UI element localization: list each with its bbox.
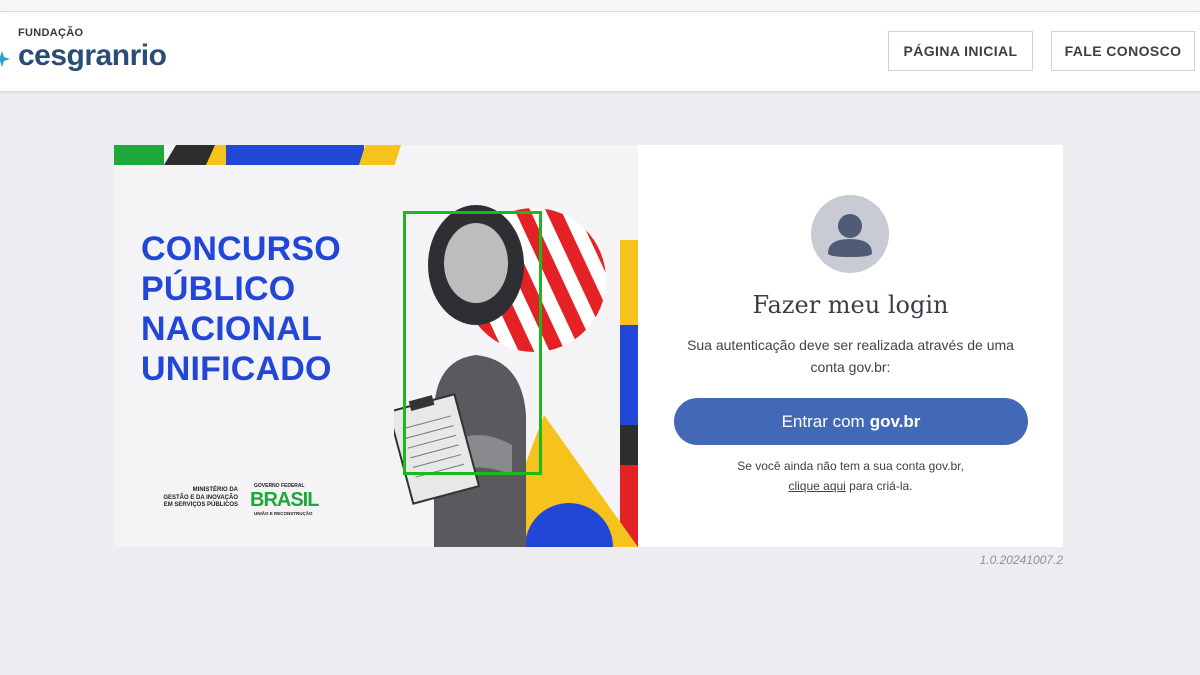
contact-button[interactable]: FALE CONOSCO	[1051, 31, 1195, 71]
signup-hint: Se você ainda não tem a sua conta gov.br…	[678, 456, 1023, 496]
app-version: 1.0.20241007.2	[979, 553, 1063, 567]
signup-hint-rest: para criá-la.	[845, 479, 913, 493]
login-card: CONCURSO PÚBLICO NACIONAL UNIFICADO MINI…	[114, 145, 1063, 547]
government-logos: MINISTÉRIO DA GESTÃO E DA INOVAÇÃO EM SE…	[144, 483, 344, 517]
gov-logo-word: BRASIL	[250, 489, 319, 511]
governo-federal-logo: GOVERNO FEDERAL BRASIL UNIÃO E RECONSTRU…	[248, 483, 338, 517]
ministry-line: GESTÃO E DA INOVAÇÃO	[163, 494, 238, 501]
ministry-logo: MINISTÉRIO DA GESTÃO E DA INOVAÇÃO EM SE…	[144, 487, 238, 510]
photo-highlight-frame	[403, 211, 542, 475]
ministry-line: MINISTÉRIO DA	[192, 487, 238, 493]
top-bar	[0, 0, 1200, 12]
gov-logo-bottom: UNIÃO E RECONSTRUÇÃO	[254, 511, 313, 516]
banner-headline: CONCURSO PÚBLICO NACIONAL UNIFICADO	[141, 229, 341, 389]
signup-hint-line1: Se você ainda não tem a sua conta gov.br…	[737, 459, 964, 473]
ministry-line: EM SERVIÇOS PÚBLICOS	[163, 502, 238, 508]
login-govbr-button[interactable]: Entrar com gov.br	[674, 398, 1028, 445]
exam-banner: CONCURSO PÚBLICO NACIONAL UNIFICADO MINI…	[114, 145, 638, 547]
banner-stripe	[114, 145, 164, 165]
create-account-link[interactable]: clique aqui	[788, 479, 845, 493]
banner-stripe	[226, 145, 364, 165]
govbr-button-bold: gov.br	[869, 411, 921, 431]
login-title: Fazer meu login	[752, 291, 949, 319]
login-subtitle: Sua autenticação deve ser realizada atra…	[687, 337, 1014, 375]
cesgranrio-star-icon	[0, 51, 10, 67]
headline-line: CONCURSO	[141, 230, 341, 268]
home-page-button[interactable]: PÁGINA INICIAL	[888, 31, 1033, 71]
headline-line: NACIONAL	[141, 310, 323, 348]
logo-wordmark: cesgranrio	[18, 39, 167, 72]
login-panel: Fazer meu login Sua autenticação deve se…	[638, 145, 1063, 547]
cesgranrio-logo[interactable]: FUNDAÇÃO cesgranrio	[0, 25, 200, 85]
logo-caption: FUNDAÇÃO	[18, 27, 84, 39]
headline-line: PÚBLICO	[141, 270, 296, 308]
govbr-button-prefix: Entrar com	[781, 411, 865, 431]
user-avatar-icon	[811, 195, 889, 273]
site-header: FUNDAÇÃO cesgranrio PÁGINA INICIAL FALE …	[0, 12, 1200, 92]
headline-line: UNIFICADO	[141, 350, 332, 388]
